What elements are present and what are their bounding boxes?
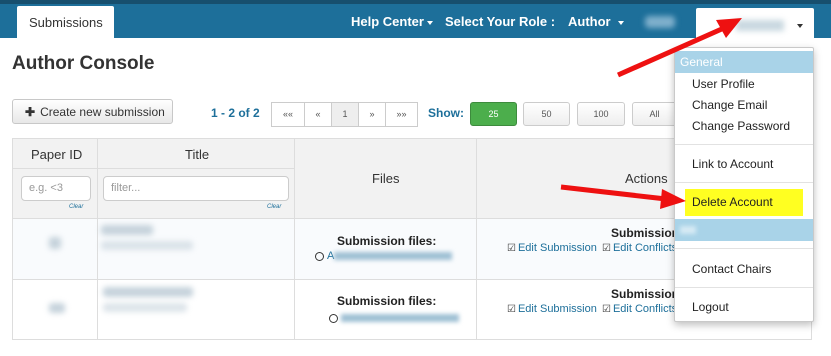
arrow-to-user-menu — [616, 18, 742, 78]
arrow-head — [660, 189, 686, 209]
arrow-shaft — [560, 184, 667, 202]
annotation-arrows — [560, 18, 742, 209]
arrow-shaft — [616, 25, 726, 78]
arrow-to-delete-account — [560, 184, 686, 209]
